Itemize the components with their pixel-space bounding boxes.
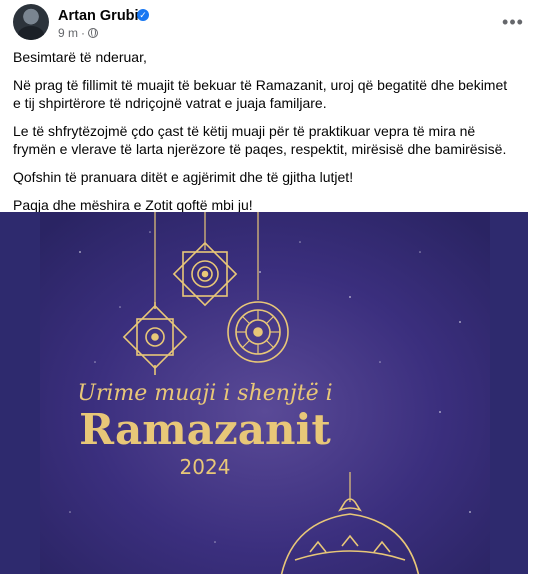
post-image[interactable]: Urime muaji i shenjtë i Ramazanit 2024 — [0, 212, 528, 574]
avatar-shoulders — [18, 26, 44, 40]
facebook-post: Artan Grubi ✓ 9 m · ••• Besimtarë të nde… — [0, 0, 535, 574]
separator-dot: · — [81, 26, 86, 40]
ornament-octagram-icon — [172, 241, 238, 307]
post-text: Besimtarë të nderuar, Në prag të fillimi… — [13, 48, 518, 224]
greeting-line-2: Ramazanit — [79, 405, 331, 454]
author-name[interactable]: Artan Grubi — [58, 8, 139, 24]
verified-badge-icon: ✓ — [137, 9, 149, 21]
post-header: Artan Grubi ✓ 9 m · ••• — [13, 4, 523, 44]
post-paragraph-1: Në prag të fillimit të muajit të bekuar … — [13, 77, 508, 111]
greeting-line-1: Urime muaji i shenjtë i — [77, 381, 332, 406]
post-time[interactable]: 9 m — [58, 26, 78, 40]
post-paragraph-greeting: Besimtarë të nderuar, — [13, 49, 147, 65]
author-avatar[interactable] — [13, 4, 49, 40]
more-options-icon[interactable]: ••• — [501, 13, 525, 37]
ramadan-greeting-card: Urime muaji i shenjtë i Ramazanit 2024 — [0, 212, 528, 574]
post-paragraph-3: Qofshin të pranuara ditët e agjërimit dh… — [13, 169, 354, 185]
greeting-year: 2024 — [180, 455, 231, 479]
post-meta: 9 m · — [58, 26, 99, 40]
post-paragraph-2: Le të shfrytëzojmë çdo çast të këtij mua… — [13, 123, 507, 157]
ornament-rosette-icon — [227, 301, 289, 363]
globe-icon[interactable] — [88, 28, 99, 38]
